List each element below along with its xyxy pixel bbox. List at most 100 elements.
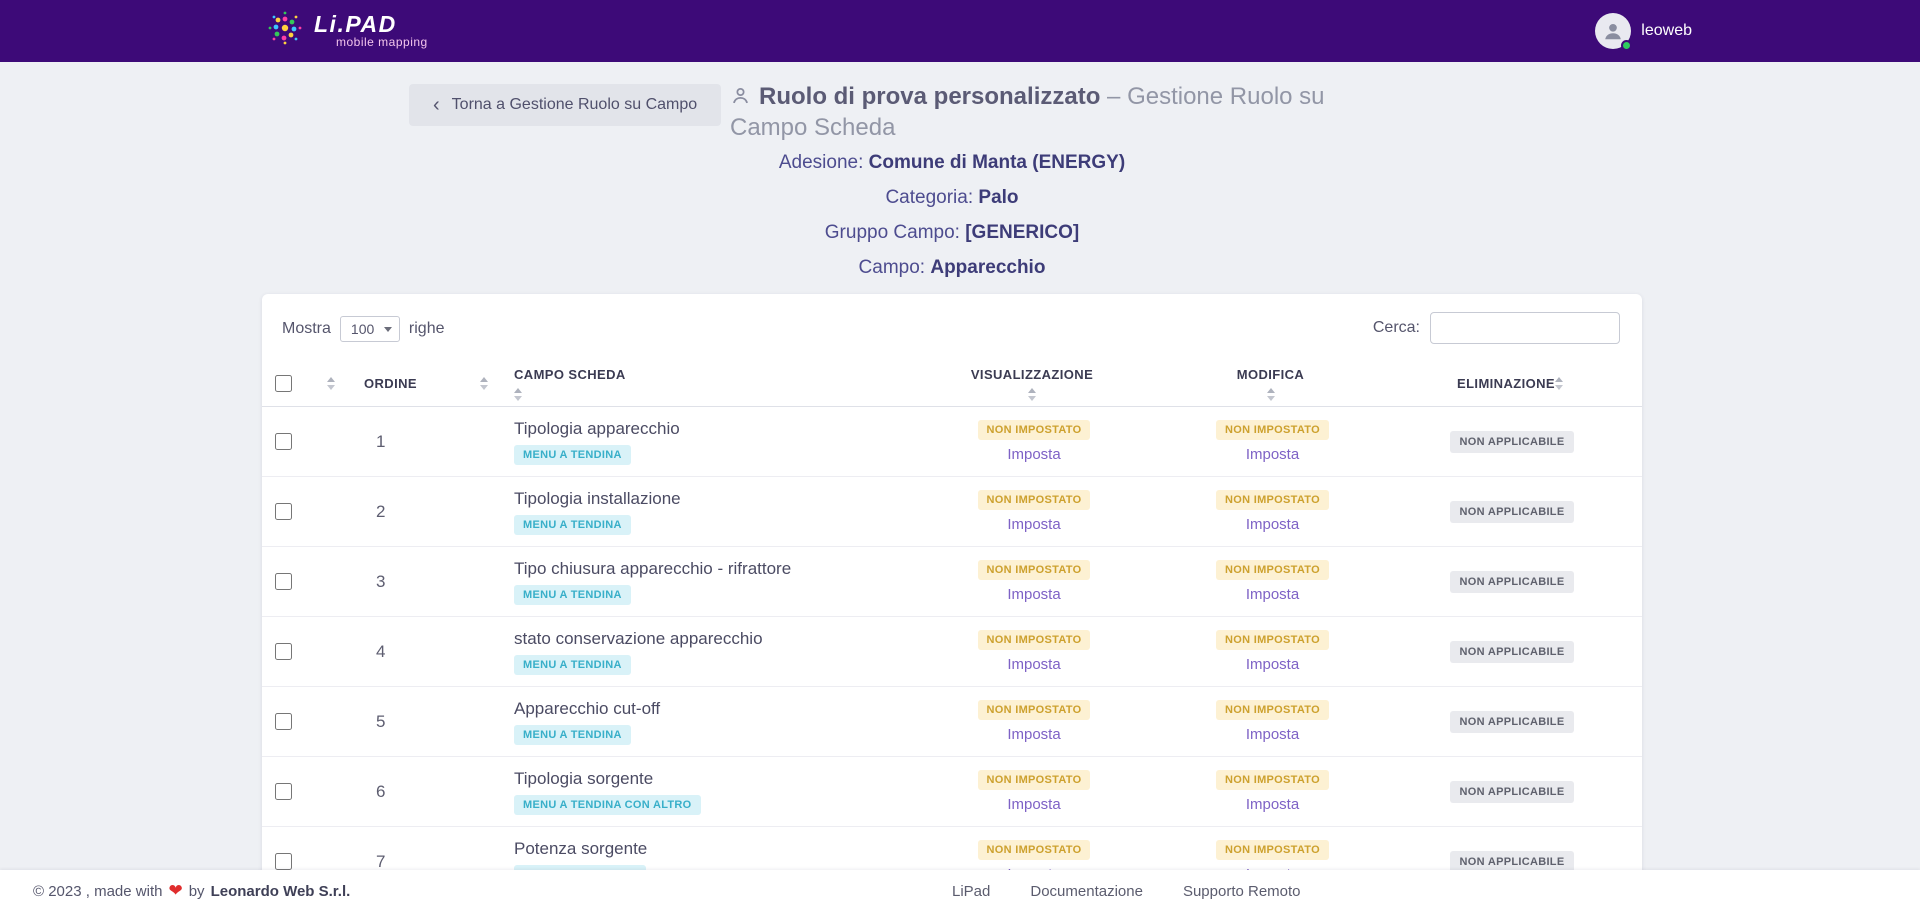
- status-badge: NON IMPOSTATO: [978, 630, 1091, 650]
- eliminazione-cell: NON APPLICABILE: [1392, 617, 1632, 686]
- rows-word-label: righe: [409, 320, 445, 338]
- visualizzazione-cell: NON IMPOSTATO Imposta: [915, 407, 1153, 476]
- imposta-link[interactable]: Imposta: [1007, 726, 1060, 743]
- sort-icon[interactable]: [1555, 377, 1563, 390]
- row-campo-cell: Tipo chiusura apparecchio - rifrattore M…: [504, 547, 915, 616]
- sort-icon[interactable]: [1267, 388, 1275, 401]
- row-checkbox[interactable]: [275, 783, 292, 800]
- footer-link-lipad[interactable]: LiPad: [952, 883, 990, 900]
- online-status-dot: [1621, 40, 1632, 51]
- eliminazione-cell: NON APPLICABILE: [1392, 757, 1632, 826]
- header-visualizzazione[interactable]: VISUALIZZAZIONE: [915, 361, 1153, 406]
- row-checkbox[interactable]: [275, 643, 292, 660]
- status-badge: NON APPLICABILE: [1450, 431, 1575, 453]
- user-menu[interactable]: leoweb: [1595, 0, 1692, 62]
- meta-categoria: Categoria: Palo: [262, 187, 1642, 222]
- status-badge: NON IMPOSTATO: [978, 490, 1091, 510]
- meta-campo: Campo: Apparecchio: [262, 257, 1642, 292]
- app-header: Li.PAD mobile mapping leoweb: [0, 0, 1920, 62]
- field-type-badge: MENU A TENDINA: [514, 515, 631, 535]
- row-checkbox[interactable]: [275, 853, 292, 870]
- sort-icon[interactable]: [514, 388, 522, 401]
- imposta-link[interactable]: Imposta: [1246, 446, 1299, 463]
- footer-nav: LiPad Documentazione Supporto Remoto: [952, 870, 1301, 912]
- field-name: Tipo chiusura apparecchio - rifrattore: [514, 559, 791, 579]
- search-input[interactable]: [1430, 312, 1620, 344]
- row-campo-cell: Tipologia sorgente MENU A TENDINA CON AL…: [504, 757, 915, 826]
- visualizzazione-cell: NON IMPOSTATO Imposta: [915, 547, 1153, 616]
- status-badge: NON IMPOSTATO: [1216, 700, 1329, 720]
- field-type-badge: MENU A TENDINA: [514, 725, 631, 745]
- status-badge: NON APPLICABILE: [1450, 641, 1575, 663]
- footer-link-supporto-remoto[interactable]: Supporto Remoto: [1183, 883, 1301, 900]
- row-checkbox[interactable]: [275, 573, 292, 590]
- row-checkbox[interactable]: [275, 503, 292, 520]
- field-name: stato conservazione apparecchio: [514, 629, 763, 649]
- status-badge: NON IMPOSTATO: [978, 560, 1091, 580]
- sort-icon[interactable]: [1028, 388, 1036, 401]
- sort-icon[interactable]: [480, 377, 488, 390]
- status-badge: NON IMPOSTATO: [1216, 420, 1329, 440]
- header-modifica[interactable]: MODIFICA: [1153, 361, 1392, 406]
- search-label: Cerca:: [1373, 319, 1420, 337]
- status-badge: NON IMPOSTATO: [978, 700, 1091, 720]
- eliminazione-cell: NON APPLICABILE: [1392, 687, 1632, 756]
- field-type-badge: MENU A TENDINA CON ALTRO: [514, 795, 701, 815]
- status-badge: NON APPLICABILE: [1450, 711, 1575, 733]
- visualizzazione-cell: NON IMPOSTATO Imposta: [915, 477, 1153, 546]
- table-row: 6 Tipologia sorgente MENU A TENDINA CON …: [262, 757, 1642, 827]
- back-button[interactable]: ‹ Torna a Gestione Ruolo su Campo: [409, 84, 721, 126]
- table-row: 3 Tipo chiusura apparecchio - rifrattore…: [262, 547, 1642, 617]
- imposta-link[interactable]: Imposta: [1007, 516, 1060, 533]
- imposta-link[interactable]: Imposta: [1246, 796, 1299, 813]
- header-eliminazione[interactable]: ELIMINAZIONE: [1392, 361, 1632, 406]
- modifica-cell: NON IMPOSTATO Imposta: [1153, 407, 1392, 476]
- field-name: Tipologia apparecchio: [514, 419, 680, 439]
- logo-title: Li.PAD: [314, 12, 428, 36]
- header-ordine[interactable]: ORDINE: [351, 361, 504, 406]
- visualizzazione-cell: NON IMPOSTATO Imposta: [915, 757, 1153, 826]
- imposta-link[interactable]: Imposta: [1246, 516, 1299, 533]
- imposta-link[interactable]: Imposta: [1246, 656, 1299, 673]
- row-checkbox[interactable]: [275, 713, 292, 730]
- heart-icon: ❤: [168, 881, 182, 901]
- app-logo[interactable]: Li.PAD mobile mapping: [266, 9, 428, 52]
- status-badge: NON IMPOSTATO: [978, 770, 1091, 790]
- visualizzazione-cell: NON IMPOSTATO Imposta: [915, 617, 1153, 686]
- field-type-badge: MENU A TENDINA: [514, 585, 631, 605]
- meta-gruppo-campo: Gruppo Campo: [GENERICO]: [262, 222, 1642, 257]
- field-name: Potenza sorgente: [514, 839, 647, 859]
- page-size-select[interactable]: 100: [340, 316, 400, 342]
- modifica-cell: NON IMPOSTATO Imposta: [1153, 547, 1392, 616]
- back-chevron-icon: ‹: [433, 95, 440, 115]
- status-badge: NON APPLICABILE: [1450, 571, 1575, 593]
- table-row: 2 Tipologia installazione MENU A TENDINA…: [262, 477, 1642, 547]
- status-badge: NON IMPOSTATO: [1216, 840, 1329, 860]
- status-badge: NON APPLICABILE: [1450, 501, 1575, 523]
- imposta-link[interactable]: Imposta: [1007, 796, 1060, 813]
- footer-link-documentazione[interactable]: Documentazione: [1030, 883, 1143, 900]
- imposta-link[interactable]: Imposta: [1246, 726, 1299, 743]
- imposta-link[interactable]: Imposta: [1007, 656, 1060, 673]
- row-campo-cell: stato conservazione apparecchio MENU A T…: [504, 617, 915, 686]
- modifica-cell: NON IMPOSTATO Imposta: [1153, 477, 1392, 546]
- row-checkbox[interactable]: [275, 433, 292, 450]
- status-badge: NON IMPOSTATO: [978, 420, 1091, 440]
- show-label: Mostra: [282, 320, 331, 338]
- sort-icon[interactable]: [327, 377, 335, 390]
- search-control: Cerca:: [1373, 312, 1620, 344]
- imposta-link[interactable]: Imposta: [1007, 586, 1060, 603]
- eliminazione-cell: NON APPLICABILE: [1392, 477, 1632, 546]
- row-order: 2: [351, 477, 504, 546]
- imposta-link[interactable]: Imposta: [1246, 586, 1299, 603]
- row-order: 5: [351, 687, 504, 756]
- eliminazione-cell: NON APPLICABILE: [1392, 547, 1632, 616]
- field-type-badge: MENU A TENDINA: [514, 655, 631, 675]
- status-badge: NON IMPOSTATO: [1216, 770, 1329, 790]
- header-campo-scheda[interactable]: CAMPO SCHEDA: [504, 361, 915, 406]
- table-header-row: ORDINE CAMPO SCHEDA VISUALIZZAZIONE MODI…: [262, 361, 1642, 407]
- row-order: 6: [351, 757, 504, 826]
- status-badge: NON IMPOSTATO: [978, 840, 1091, 860]
- select-all-checkbox[interactable]: [275, 375, 292, 392]
- imposta-link[interactable]: Imposta: [1007, 446, 1060, 463]
